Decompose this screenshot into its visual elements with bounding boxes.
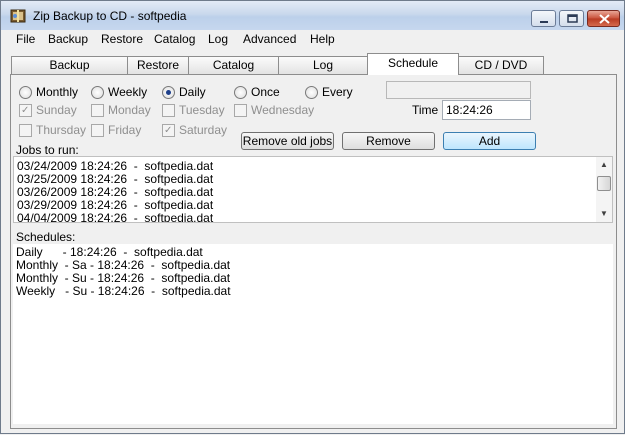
checkbox[interactable] xyxy=(91,124,104,137)
time-input[interactable]: 18:24:26 xyxy=(442,100,531,120)
list-item[interactable]: Weekly - Su - 18:24:26 - softpedia.dat xyxy=(16,285,231,298)
checkbox[interactable] xyxy=(91,104,104,117)
check-wednesday[interactable]: Wednesday xyxy=(234,103,315,119)
check-saturday[interactable]: ✓ Saturday xyxy=(162,123,228,139)
radio-button[interactable] xyxy=(91,86,104,99)
check-sunday[interactable]: ✓ Sunday xyxy=(19,103,79,119)
checkbox[interactable] xyxy=(162,104,175,117)
radio-once-label: Once xyxy=(251,85,280,99)
check-thursday-label: Thursday xyxy=(36,123,87,137)
check-mark-icon: ✓ xyxy=(21,105,30,116)
check-monday-label: Monday xyxy=(108,103,151,117)
schedules-label: Schedules: xyxy=(16,230,76,244)
radio-daily[interactable]: Daily xyxy=(162,85,212,101)
list-item[interactable]: 04/04/2009 18:24:26 - softpedia.dat xyxy=(17,212,213,223)
radio-monthly[interactable]: Monthly xyxy=(19,85,79,101)
schedules-list[interactable]: Daily - 18:24:26 - softpedia.dat Monthly… xyxy=(13,244,613,424)
radio-button[interactable] xyxy=(19,86,32,99)
checkbox-checked[interactable]: ✓ xyxy=(162,124,175,137)
check-mark-icon: ✓ xyxy=(164,125,173,136)
radio-button[interactable] xyxy=(234,86,247,99)
radio-daily-label: Daily xyxy=(179,85,206,99)
checkbox[interactable] xyxy=(234,104,247,117)
jobs-label: Jobs to run: xyxy=(16,143,79,157)
jobs-scrollbar[interactable]: ▲ ▼ xyxy=(596,157,612,222)
radio-once[interactable]: Once xyxy=(234,85,284,101)
checkbox[interactable] xyxy=(19,124,32,137)
radio-weekly[interactable]: Weekly xyxy=(91,85,151,101)
scroll-down-icon[interactable]: ▼ xyxy=(596,206,612,222)
radio-monthly-label: Monthly xyxy=(36,85,79,99)
radio-every[interactable]: Every xyxy=(305,85,355,101)
checkbox-checked[interactable]: ✓ xyxy=(19,104,32,117)
scroll-thumb[interactable] xyxy=(597,176,611,191)
check-thursday[interactable]: Thursday xyxy=(19,123,87,139)
radio-button[interactable] xyxy=(305,86,318,99)
remove-old-jobs-button[interactable]: Remove old jobs xyxy=(241,132,334,150)
add-button[interactable]: Add xyxy=(443,132,536,150)
check-wednesday-label: Wednesday xyxy=(251,103,315,117)
check-saturday-label: Saturday xyxy=(179,123,228,137)
radio-every-label: Every xyxy=(322,85,353,99)
check-tuesday-label: Tuesday xyxy=(179,103,225,117)
radio-button-selected[interactable] xyxy=(162,86,175,99)
jobs-list[interactable]: 03/24/2009 18:24:26 - softpedia.dat 03/2… xyxy=(13,156,613,223)
remove-button[interactable]: Remove xyxy=(342,132,435,150)
app-window: Zip Backup to CD - softpedia File Backup… xyxy=(0,0,625,434)
every-interval-input[interactable] xyxy=(386,81,531,99)
time-label: Time xyxy=(412,103,439,117)
scroll-up-icon[interactable]: ▲ xyxy=(596,157,612,173)
check-friday[interactable]: Friday xyxy=(91,123,141,139)
check-sunday-label: Sunday xyxy=(36,103,77,117)
check-monday[interactable]: Monday xyxy=(91,103,151,119)
check-tuesday[interactable]: Tuesday xyxy=(162,103,227,119)
radio-weekly-label: Weekly xyxy=(108,85,148,99)
check-friday-label: Friday xyxy=(108,123,142,137)
